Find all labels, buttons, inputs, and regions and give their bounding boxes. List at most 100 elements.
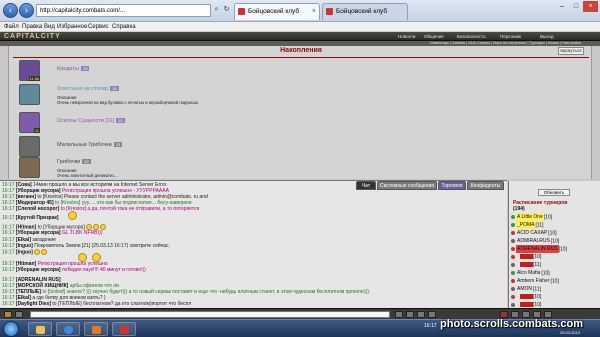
title-divider bbox=[13, 57, 589, 58]
achievement-name: Осколы Сущности [11] 10 bbox=[57, 118, 125, 125]
achievement-row: Грибочки 12 Описание: Очень аппетитный де… bbox=[19, 157, 579, 179]
tab-confidants[interactable]: Конфиденты bbox=[467, 181, 504, 190]
level-badge: 13 bbox=[113, 142, 123, 148]
filter-icon[interactable] bbox=[417, 311, 425, 318]
tab-label: Бойцовский клуб bbox=[248, 8, 300, 15]
map-icon[interactable] bbox=[511, 311, 519, 318]
chat-time: 16:17 bbox=[2, 230, 15, 236]
status-dot-icon bbox=[511, 231, 515, 235]
tab-trade[interactable]: Торговля bbox=[438, 181, 466, 190]
player-row[interactable]: Ambers Fisher[10] bbox=[511, 277, 599, 285]
player-row[interactable]: [11] bbox=[511, 261, 599, 269]
nav-exit[interactable]: Выход bbox=[540, 32, 553, 41]
smiles-icon[interactable] bbox=[4, 311, 12, 318]
player-row[interactable]: [10] bbox=[511, 253, 599, 261]
player-row[interactable]: _POMA[11] bbox=[511, 221, 599, 229]
menu-help[interactable]: Справка bbox=[112, 22, 136, 32]
chat-nick[interactable]: [Inguo] bbox=[16, 249, 33, 255]
menu-view[interactable]: Вид bbox=[44, 22, 55, 32]
inventory-icon[interactable] bbox=[522, 311, 530, 318]
browser-tab-2[interactable]: Бойцовский клуб bbox=[322, 3, 408, 20]
player-row[interactable]: Alco Mafia[10] bbox=[511, 269, 599, 277]
close-window-icon[interactable]: × bbox=[583, 1, 598, 12]
player-name[interactable]: _POMA bbox=[516, 221, 536, 229]
back-icon[interactable]: ‹ bbox=[3, 3, 18, 18]
chat-input[interactable] bbox=[30, 311, 390, 318]
tab-system-messages[interactable]: Системные сообщения bbox=[377, 181, 437, 190]
hidden-name-bar bbox=[520, 254, 533, 260]
player-name[interactable]: Ambers Fisher bbox=[516, 277, 551, 285]
player-level: [10] bbox=[533, 254, 542, 260]
sound-icon[interactable] bbox=[428, 311, 436, 318]
watermark-date: 25.03.2013 bbox=[560, 330, 581, 335]
player-row[interactable]: ADMIRALRUS[10] bbox=[511, 237, 599, 245]
chat-text: Покровитель Земли [21] (25.03.13 16:17) … bbox=[34, 243, 170, 249]
close-tab-icon[interactable]: × bbox=[312, 4, 316, 19]
achievement-name: Грибочки 12 bbox=[57, 159, 91, 166]
player-row[interactable]: [10] bbox=[511, 293, 599, 301]
media-icon bbox=[92, 326, 101, 334]
player-level: [10] bbox=[550, 278, 559, 285]
chat-mode-icon[interactable] bbox=[15, 311, 23, 318]
chat-time: 16:17 bbox=[2, 215, 15, 221]
player-name[interactable]: ADMIRALRUS bbox=[516, 237, 551, 245]
taskbar-media[interactable] bbox=[84, 322, 108, 336]
bag-icon[interactable] bbox=[533, 311, 541, 318]
achievement-name: Хлестыня на столкр 15 bbox=[57, 86, 119, 93]
refresh-icon[interactable]: ↻ bbox=[222, 4, 231, 17]
chat-time: 16:17 bbox=[2, 267, 15, 273]
player-row[interactable]: [10] bbox=[511, 301, 599, 308]
start-button[interactable] bbox=[3, 321, 19, 337]
minimize-icon[interactable]: – bbox=[555, 1, 569, 12]
chat-nick[interactable]: [Daylight Dies] bbox=[16, 301, 51, 307]
smiley-icon bbox=[40, 249, 47, 255]
forward-icon[interactable]: › bbox=[19, 3, 34, 18]
send-icon[interactable] bbox=[395, 311, 403, 318]
achievement-icon bbox=[19, 84, 40, 105]
chat-nick[interactable]: [Уборщик мусора] bbox=[16, 267, 61, 273]
chat-nick[interactable]: [Уборщик мусора] bbox=[16, 230, 61, 236]
status-dot-icon bbox=[511, 287, 515, 291]
player-name[interactable]: ADRENALIN RUS bbox=[516, 245, 559, 253]
browser-tab-1[interactable]: Бойцовский клуб × bbox=[234, 3, 320, 20]
nav-news[interactable]: Новости bbox=[398, 32, 415, 41]
clear-icon[interactable] bbox=[406, 311, 414, 318]
favicon-icon bbox=[326, 8, 333, 15]
maximize-icon[interactable]: □ bbox=[569, 1, 583, 12]
nav-character[interactable]: Персонаж bbox=[500, 32, 521, 41]
menu-tools[interactable]: Сервис bbox=[88, 22, 109, 32]
status-dot-icon bbox=[511, 247, 515, 251]
player-row[interactable]: ADRENALIN RUS[10] bbox=[511, 245, 599, 253]
search-icon[interactable]: ⌕ bbox=[212, 4, 221, 17]
menu-favorites[interactable]: Избранное bbox=[57, 22, 87, 32]
chat-text: to [Krestos] а да, почтой тока не отправ… bbox=[60, 206, 200, 212]
player-row[interactable]: AMON[11] bbox=[511, 285, 599, 293]
nav-chat[interactable]: Общение bbox=[424, 32, 444, 41]
chat-nick[interactable]: [Крутой Призрак] bbox=[16, 215, 59, 221]
settings-icon[interactable] bbox=[500, 311, 508, 318]
player-row[interactable]: ACID CAXAP[10] bbox=[511, 229, 599, 237]
tab-chat[interactable]: Чат bbox=[356, 181, 376, 190]
return-button[interactable]: вернуться bbox=[558, 47, 584, 55]
player-level: [10] bbox=[548, 230, 557, 237]
achievement-name: Кредиты 10 bbox=[57, 66, 90, 73]
nav-security[interactable]: Безопасность bbox=[457, 32, 486, 41]
taskbar-explorer[interactable] bbox=[28, 322, 52, 336]
ie-icon bbox=[64, 326, 73, 334]
player-row[interactable]: A Little One[10] bbox=[511, 213, 599, 221]
favicon-icon bbox=[238, 8, 245, 15]
achievement-desc: Очень аппетитный деликатес... bbox=[57, 173, 118, 178]
player-name[interactable]: AMON bbox=[516, 285, 533, 293]
taskbar-game[interactable] bbox=[112, 322, 136, 336]
chat-nick[interactable]: [Слепой носорог] bbox=[16, 206, 59, 212]
clock[interactable]: 16:17 bbox=[424, 323, 437, 329]
player-name[interactable]: Alco Mafia bbox=[516, 269, 541, 277]
player-name[interactable]: A Little One bbox=[516, 213, 544, 221]
taskbar-ie[interactable] bbox=[56, 322, 80, 336]
address-bar[interactable]: http://capitalcity.combats.com/... bbox=[36, 4, 211, 17]
menu-file[interactable]: Файл bbox=[4, 22, 19, 32]
menu-edit[interactable]: Правка bbox=[22, 22, 42, 32]
clan-icon[interactable] bbox=[544, 311, 552, 318]
player-name[interactable]: ACID CAXAP bbox=[516, 229, 548, 237]
refresh-button[interactable]: Обновить bbox=[538, 189, 570, 196]
